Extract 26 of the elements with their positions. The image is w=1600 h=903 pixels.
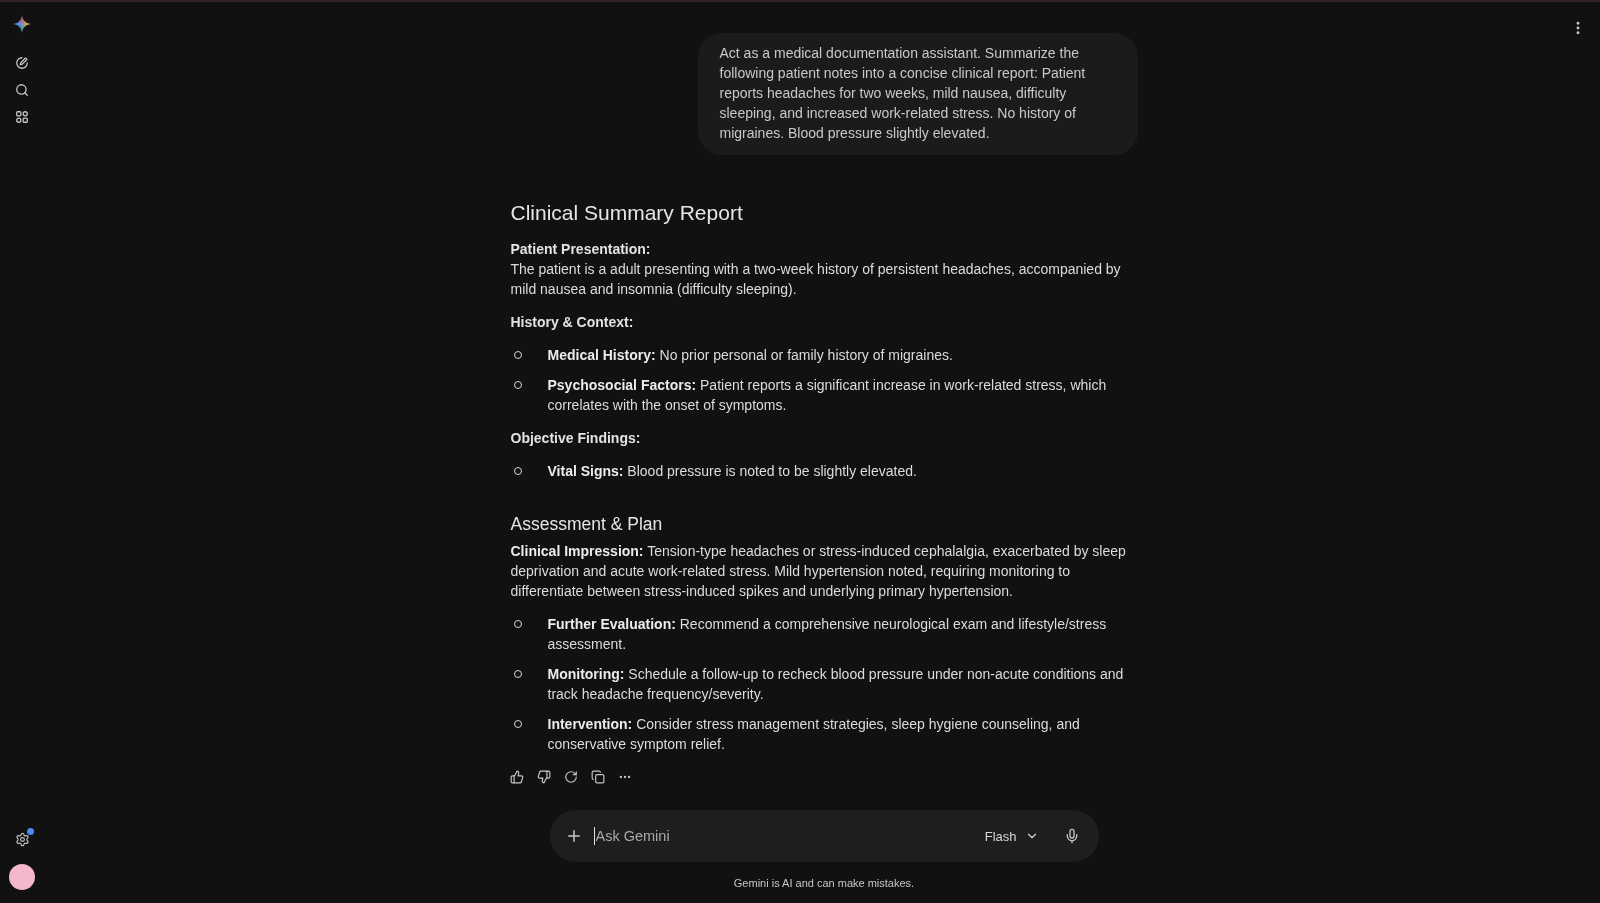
list-item: Psychosocial Factors: Patient reports a significant increase in work-related stress, which correlates with the onset of symptoms. [547, 376, 1108, 415]
prompt-input[interactable]: Ask Gemini [594, 828, 977, 844]
list-item: Medical History: No prior personal or family history of migraines. [547, 346, 954, 365]
section-label: History & Context: [510, 313, 635, 332]
section-label: Patient Presentation: [510, 240, 652, 259]
avatar[interactable] [9, 864, 35, 890]
section-label: Objective Findings: [510, 429, 642, 448]
section-heading: Assessment & Plan [510, 513, 664, 536]
copy-icon [590, 770, 605, 784]
grid-icon [15, 110, 29, 124]
list-item: Monitoring: Schedule a follow-up to recheck blood pressure under non-acute conditions and track headache frequency/severity. [547, 665, 1125, 704]
disclaimer-text: Gemini is AI and can make mistakes. [733, 876, 915, 890]
list-item: Intervention: Consider stress management strategies, sleep hygiene counseling, and conservative symptom relief. [547, 715, 1081, 754]
user-message: Act as a medical documentation assistant. Summarize the following patient notes into a concise clinical report: Patient reports headaches for two weeks, mild nausea, difficulty sleeping, and increased work-related stress. No history of migraines. Blood pressure slightly elevated. [697, 33, 1138, 155]
list-item: Further Evaluation: Recommend a comprehensive neurological exam and lifestyle/stress assessment. [547, 615, 1108, 654]
paragraph: The patient is a adult presenting with a two-week history of persistent headaches, accompanied by mild nausea and insomnia (difficulty sleeping). [510, 260, 1122, 299]
thumbs-up-icon [509, 770, 524, 784]
refresh-icon [563, 770, 578, 784]
model-selector-button[interactable]: Flash [976, 823, 1047, 849]
paragraph: Clinical Impression: Tension-type headaches or stress-induced cephalalgia, exacerbated by sleep deprivation and acute work-related stress. Mild hypertension noted, requiring monitoring to differentiate between stress-induced spikes and underlying primary hypertension. [510, 542, 1127, 601]
pencil-icon [15, 56, 29, 70]
settings-icon [14, 831, 30, 847]
thumbs-down-icon [536, 770, 551, 784]
report-title: Clinical Summary Report [510, 200, 744, 226]
search-icon [15, 83, 29, 97]
list-item: Vital Signs: Blood pressure is noted to be slightly elevated. [547, 462, 918, 481]
